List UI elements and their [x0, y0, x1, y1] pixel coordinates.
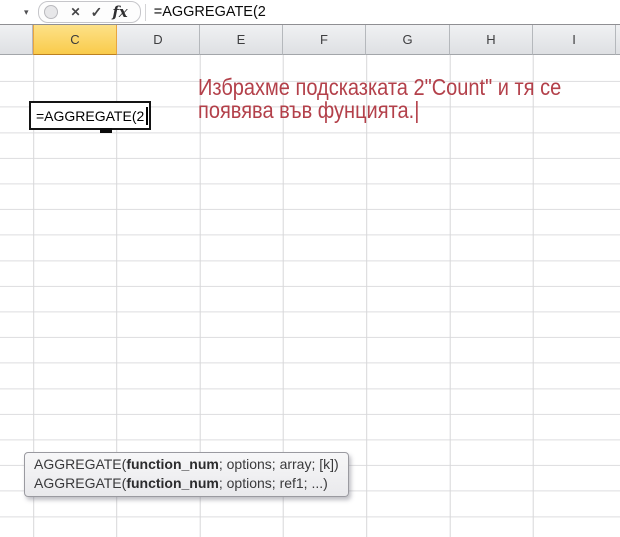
screentip-1-bold: function_num: [126, 456, 219, 472]
cancel-button[interactable]: ✕: [66, 5, 86, 19]
cancel-icon: ✕: [70, 5, 81, 19]
formula-bar: ▾ ✕ ✓ fx =AGGREGATE(2: [0, 0, 620, 25]
check-icon: ✓: [90, 3, 103, 20]
fx-icon: fx: [112, 3, 128, 21]
active-cell-editor[interactable]: =AGGREGATE(2: [29, 101, 151, 130]
column-header-e[interactable]: E: [200, 25, 283, 55]
fill-handle[interactable]: [100, 128, 112, 133]
annotation-line-1: Избрахме подсказката 2"Count" и тя се: [198, 74, 562, 100]
screentip-2-pre: AGGREGATE(: [34, 475, 127, 491]
enter-button[interactable]: ✓: [86, 4, 108, 21]
column-header-f[interactable]: F: [283, 25, 366, 55]
cell-editor-text: =AGGREGATE(2: [36, 107, 145, 124]
screentip-2-bold: function_num: [126, 475, 219, 491]
column-header-row: C D E F G H I: [0, 25, 620, 55]
screentip-1-pre: AGGREGATE(: [34, 456, 127, 472]
formula-input[interactable]: =AGGREGATE(2: [152, 4, 266, 20]
sheet-grid[interactable]: =AGGREGATE(2 Избрахме подсказката 2"Coun…: [0, 55, 620, 537]
screentip-line-2: AGGREGATE(function_num; options; ref1; .…: [34, 474, 339, 493]
name-box-handle-icon: [43, 5, 58, 19]
function-screentip: AGGREGATE(function_num; options; array; …: [24, 452, 349, 497]
excel-window: ▾ ✕ ✓ fx =AGGREGATE(2 C D E F G H I =AGG…: [0, 0, 620, 537]
annotation: Избрахме подсказката 2"Count" и тя се по…: [198, 76, 561, 122]
column-header-g[interactable]: G: [366, 25, 450, 55]
screentip-1-post: ; options; array; [k]): [218, 456, 339, 472]
screentip-line-1: AGGREGATE(function_num; options; array; …: [34, 455, 339, 474]
column-header-c[interactable]: C: [33, 25, 117, 55]
annotation-line-2: появява във фунцията.|: [198, 97, 420, 123]
formula-bar-buttons: ✕ ✓ fx: [37, 1, 141, 23]
column-header-i[interactable]: I: [533, 25, 616, 55]
column-header-h[interactable]: H: [450, 25, 533, 55]
chevron-down-icon[interactable]: ▾: [24, 7, 29, 17]
column-header-d[interactable]: D: [117, 25, 200, 55]
screentip-2-post: ; options; ref1; ...): [218, 475, 328, 491]
column-header-tail: [616, 25, 620, 55]
insert-function-button[interactable]: fx: [107, 3, 132, 21]
text-cursor-icon: [146, 106, 149, 125]
column-header-stub: [0, 25, 33, 55]
formula-bar-separator: [144, 3, 146, 21]
